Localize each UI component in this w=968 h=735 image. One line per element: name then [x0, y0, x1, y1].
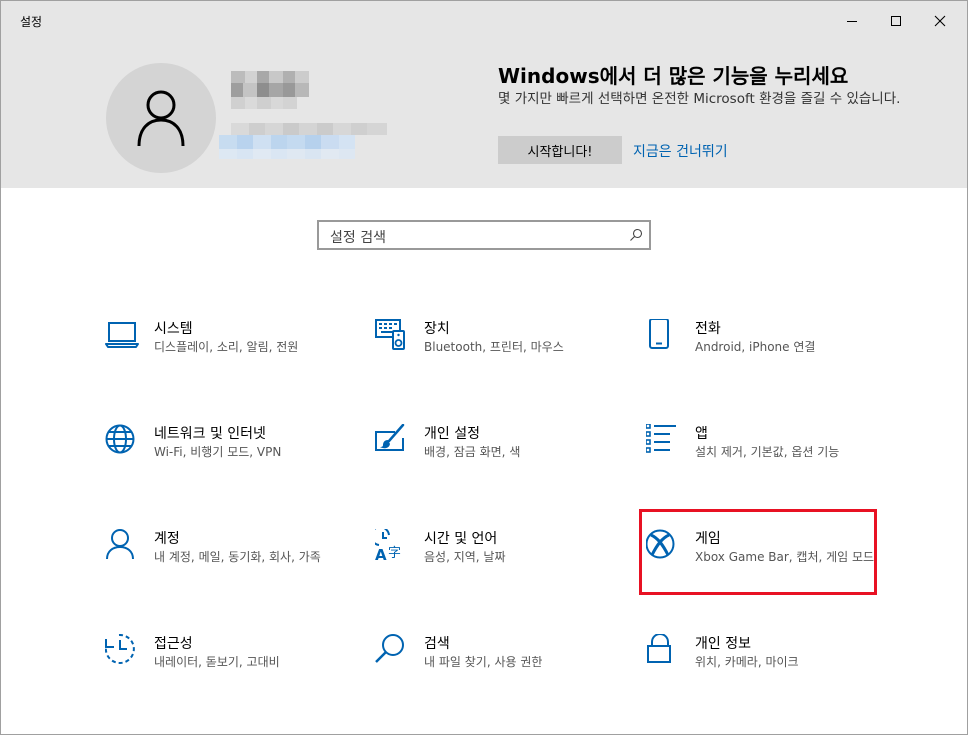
- tile-desc: 배경, 잠금 화면, 색: [424, 445, 521, 459]
- time-language-icon: A 字: [375, 529, 401, 564]
- minimize-button[interactable]: [829, 1, 875, 41]
- minimize-icon: [847, 21, 857, 22]
- tile-desc: 내 파일 찾기, 사용 권한: [424, 655, 543, 669]
- phone-icon: [649, 319, 669, 349]
- tile-name: 시스템: [154, 321, 193, 337]
- tile-desc: Bluetooth, 프린터, 마우스: [424, 340, 564, 354]
- apps-list-icon: [646, 424, 676, 453]
- lock-icon: [647, 634, 671, 663]
- tile-name: 검색: [424, 636, 450, 652]
- tile-name: 개인 정보: [695, 636, 751, 652]
- laptop-icon: [105, 322, 139, 348]
- highlight-box-gaming: [639, 509, 877, 595]
- tile-network[interactable]: 네트워크 및 인터넷 Wi-Fi, 비행기 모드, VPN: [105, 424, 345, 484]
- tile-desc: Wi-Fi, 비행기 모드, VPN: [154, 445, 282, 459]
- tile-accounts[interactable]: 계정 내 계정, 메일, 동기화, 회사, 가족: [105, 529, 345, 589]
- tile-devices[interactable]: 장치 Bluetooth, 프린터, 마우스: [375, 319, 615, 379]
- tile-desc: Android, iPhone 연결: [695, 340, 816, 354]
- promo-title: Windows에서 더 많은 기능을 누리세요: [498, 64, 849, 88]
- tile-desc: 음성, 지역, 날짜: [424, 550, 506, 564]
- settings-search-box[interactable]: 설정 검색: [317, 220, 651, 250]
- tile-desc: 내레이터, 돋보기, 고대비: [154, 655, 280, 669]
- svg-text:字: 字: [388, 546, 401, 561]
- tile-name: 장치: [424, 321, 450, 337]
- globe-icon: [105, 424, 135, 454]
- maximize-button[interactable]: [873, 1, 919, 41]
- tile-desc: 설치 제거, 기본값, 옵션 기능: [695, 445, 840, 459]
- tile-desc: 위치, 카메라, 마이크: [695, 655, 799, 669]
- person-icon: [106, 529, 134, 560]
- tile-system[interactable]: 시스템 디스플레이, 소리, 알림, 전원: [105, 319, 345, 379]
- tile-time-language[interactable]: A 字 시간 및 언어 음성, 지역, 날짜: [375, 529, 615, 589]
- personalization-icon: [375, 424, 405, 451]
- skip-link[interactable]: 지금은 건너뛰기: [633, 141, 728, 161]
- search-placeholder: 설정 검색: [330, 230, 386, 246]
- avatar[interactable]: [106, 63, 216, 173]
- account-banner: Windows에서 더 많은 기능을 누리세요 몇 가지만 빠르게 선택하면 온…: [1, 41, 967, 188]
- tile-name: 계정: [154, 531, 180, 547]
- window-title: 설정: [20, 15, 43, 29]
- tile-name: 개인 설정: [424, 426, 480, 442]
- settings-window: 설정 Windows에서 더 많은 기능을 누리세요 몇 가지만 빠르게 선택하…: [0, 0, 968, 735]
- tile-name: 네트워크 및 인터넷: [154, 426, 266, 442]
- devices-icon: [375, 319, 405, 350]
- tile-privacy[interactable]: 개인 정보 위치, 카메라, 마이크: [646, 634, 886, 694]
- maximize-icon: [891, 16, 901, 26]
- tile-apps[interactable]: 앱 설치 제거, 기본값, 옵션 기능: [646, 424, 886, 484]
- search-icon[interactable]: [629, 228, 643, 242]
- tile-name: 앱: [695, 426, 708, 442]
- tile-ease-of-access[interactable]: 접근성 내레이터, 돋보기, 고대비: [105, 634, 345, 694]
- title-bar: 설정: [1, 1, 967, 41]
- tile-personalization[interactable]: 개인 설정 배경, 잠금 화면, 색: [375, 424, 615, 484]
- ease-of-access-icon: [105, 634, 135, 664]
- user-avatar-icon: [137, 90, 185, 147]
- tile-phone[interactable]: 전화 Android, iPhone 연결: [646, 319, 886, 379]
- close-button[interactable]: [917, 1, 963, 41]
- promo-description: 몇 가지만 빠르게 선택하면 온전한 Microsoft 환경을 즐길 수 있습…: [498, 91, 901, 107]
- tile-name: 전화: [695, 321, 721, 337]
- tile-name: 시간 및 언어: [424, 531, 498, 547]
- tile-desc: 디스플레이, 소리, 알림, 전원: [154, 340, 299, 354]
- tile-search[interactable]: 검색 내 파일 찾기, 사용 권한: [375, 634, 615, 694]
- svg-text:A: A: [375, 546, 387, 564]
- close-icon: [934, 15, 946, 27]
- start-button[interactable]: 시작합니다!: [498, 136, 622, 164]
- tile-name: 접근성: [154, 636, 193, 652]
- search-icon: [375, 634, 404, 663]
- tile-desc: 내 계정, 메일, 동기화, 회사, 가족: [154, 550, 321, 564]
